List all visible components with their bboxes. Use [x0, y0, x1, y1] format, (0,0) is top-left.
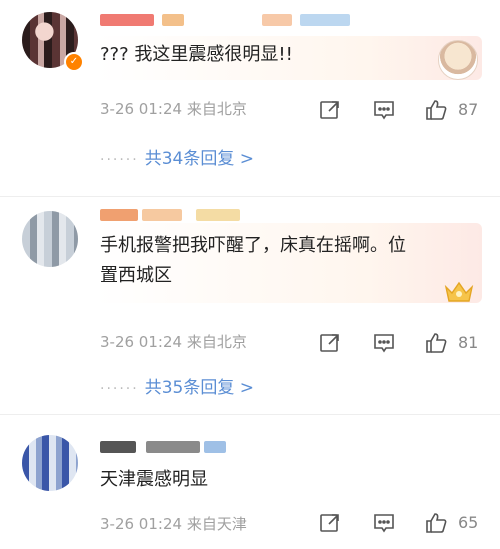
like-count: 81: [458, 333, 479, 352]
comment-meta: 3-26 01:24 来自北京: [100, 98, 247, 119]
comment-source: 来自北京: [186, 100, 247, 118]
comment-item: ✓ ??? 我这里震感很明显!! 3-26 01:24 来自北京 87 ····…: [0, 0, 500, 196]
username-blurred[interactable]: [100, 209, 138, 221]
avatar[interactable]: [22, 435, 78, 491]
share-icon[interactable]: [318, 511, 342, 535]
username-blurred-segment: [162, 14, 184, 26]
comment-time: 3-26 01:24: [100, 333, 183, 351]
avatar[interactable]: [22, 211, 78, 267]
share-icon[interactable]: [318, 331, 342, 355]
comment-time: 3-26 01:24: [100, 100, 183, 118]
comment-text: 手机报警把我吓醒了，床真在摇啊。位 置西城区: [100, 235, 406, 286]
comment-time: 3-26 01:24: [100, 515, 183, 533]
comment-actions: 65: [300, 511, 500, 535]
comment-source: 来自北京: [186, 333, 247, 351]
replies-label: 共34条回复 >: [144, 149, 254, 169]
comment-icon[interactable]: [372, 98, 396, 122]
username-blurred-segment: [146, 441, 200, 453]
username-blurred[interactable]: [100, 441, 136, 453]
comment-source: 来自天津: [186, 515, 247, 533]
comment-meta: 3-26 01:24 来自天津: [100, 513, 247, 534]
verified-badge-icon: ✓: [64, 52, 84, 72]
comment-icon[interactable]: [372, 511, 396, 535]
replies-label: 共35条回复 >: [144, 378, 254, 398]
view-replies-link[interactable]: ······ 共35条回复 >: [100, 373, 254, 398]
comment-icon[interactable]: [372, 331, 396, 355]
username-blurred[interactable]: [100, 14, 154, 26]
comment-text: ??? 我这里震感很明显!!: [100, 44, 293, 65]
thumb-up-icon[interactable]: [424, 511, 448, 535]
share-icon[interactable]: [318, 98, 342, 122]
replies-dots: ······: [100, 152, 139, 168]
comment-actions: 87: [300, 98, 500, 122]
username-blurred-segment: [142, 209, 182, 221]
comment-actions: 81: [300, 331, 500, 355]
username-blurred-segment: [300, 14, 350, 26]
comment-text: 天津震感明显: [100, 469, 208, 490]
crown-badge-icon: [444, 281, 474, 302]
thumb-up-icon[interactable]: [424, 331, 448, 355]
username-blurred-segment: [196, 209, 240, 221]
like-count: 65: [458, 513, 479, 532]
replies-dots: ······: [100, 381, 139, 397]
comment-item: 手机报警把我吓醒了，床真在摇啊。位 置西城区 3-26 01:24 来自北京 8…: [0, 196, 500, 415]
view-replies-link[interactable]: ······ 共34条回复 >: [100, 144, 254, 169]
thumb-up-icon[interactable]: [424, 98, 448, 122]
username-blurred-segment: [262, 14, 292, 26]
comment-item: 天津震感明显 3-26 01:24 来自天津 65: [0, 414, 500, 549]
comment-meta: 3-26 01:24 来自北京: [100, 331, 247, 352]
fan-sticker-icon: [438, 40, 478, 80]
username-blurred-segment: [204, 441, 226, 453]
like-count: 87: [458, 100, 479, 119]
